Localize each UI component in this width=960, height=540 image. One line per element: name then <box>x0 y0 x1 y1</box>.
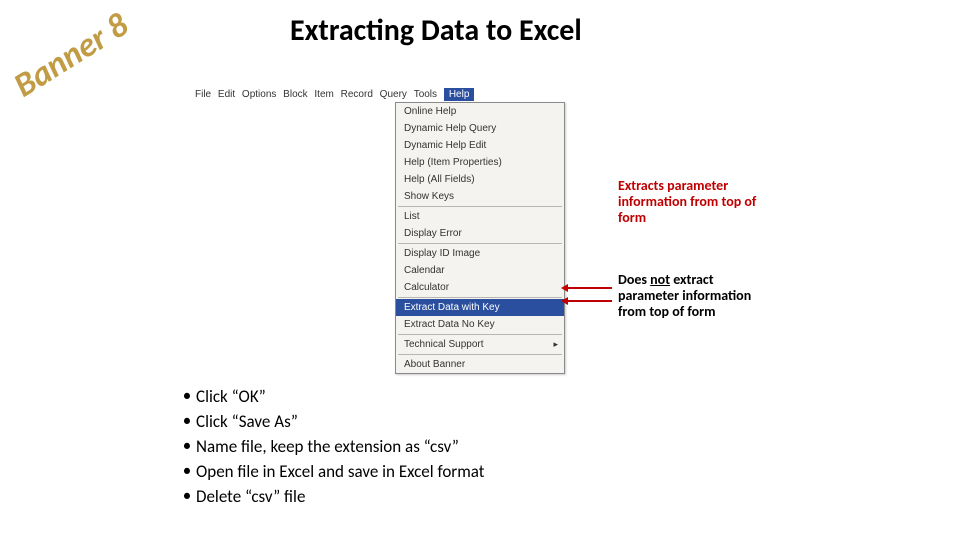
menu-bar: File Edit Options Block Item Record Quer… <box>195 88 465 101</box>
menu-divider <box>398 354 562 355</box>
menu-item-show-keys[interactable]: Show Keys <box>396 188 564 205</box>
menu-item-help-item-properties[interactable]: Help (Item Properties) <box>396 154 564 171</box>
menu-item-extract-data-with-key[interactable]: Extract Data with Key <box>396 299 564 316</box>
menu-item-online-help[interactable]: Online Help <box>396 103 564 120</box>
bullet-dot: • <box>178 411 196 431</box>
menu-edit[interactable]: Edit <box>218 89 235 100</box>
menu-item-extract-data-no-key[interactable]: Extract Data No Key <box>396 316 564 333</box>
bullet-dot: • <box>178 386 196 406</box>
menu-item-about-banner[interactable]: About Banner <box>396 356 564 373</box>
instruction-text: Open file in Excel and save in Excel for… <box>196 461 484 482</box>
menu-divider <box>398 334 562 335</box>
arrow-to-extract-with-key <box>567 287 612 289</box>
menu-record[interactable]: Record <box>341 89 373 100</box>
menu-file[interactable]: File <box>195 89 211 100</box>
menu-item-help-all-fields[interactable]: Help (All Fields) <box>396 171 564 188</box>
instruction-text: Click “OK” <box>196 386 266 407</box>
instruction-list: •Click “OK”•Click “Save As”•Name file, k… <box>178 386 484 511</box>
callout-does-not-extract: Does not extract parameter information f… <box>618 272 768 320</box>
bullet-dot: • <box>178 486 196 506</box>
menu-item-dynamic-help-query[interactable]: Dynamic Help Query <box>396 120 564 137</box>
menu-item-dynamic-help-edit[interactable]: Dynamic Help Edit <box>396 137 564 154</box>
menu-item-technical-support[interactable]: Technical Support <box>396 336 564 353</box>
menu-divider <box>398 297 562 298</box>
page-title: Extracting Data to Excel <box>290 12 582 49</box>
bullet-dot: • <box>178 436 196 456</box>
menu-item-list[interactable]: List <box>396 208 564 225</box>
callout-c2-pre: Does <box>618 271 650 288</box>
menu-divider <box>398 206 562 207</box>
instruction-text: Name file, keep the extension as “csv” <box>196 436 459 457</box>
callout-extracts: Extracts parameter information from top … <box>618 178 768 226</box>
menu-item-display-error[interactable]: Display Error <box>396 225 564 242</box>
menu-tools[interactable]: Tools <box>414 89 437 100</box>
menu-query[interactable]: Query <box>380 89 407 100</box>
instruction-item: •Name file, keep the extension as “csv” <box>178 436 484 457</box>
menu-item-calculator[interactable]: Calculator <box>396 279 564 296</box>
menu-divider <box>398 243 562 244</box>
arrow-to-extract-no-key <box>567 300 612 302</box>
menu-item-display-id-image[interactable]: Display ID Image <box>396 245 564 262</box>
app-stamp: Banner 8 <box>7 5 136 107</box>
callout-c2-not: not <box>650 271 670 288</box>
menu-help[interactable]: Help <box>444 88 475 101</box>
menu-block[interactable]: Block <box>283 89 307 100</box>
instruction-item: •Click “Save As” <box>178 411 484 432</box>
instruction-item: •Click “OK” <box>178 386 484 407</box>
help-dropdown: Online HelpDynamic Help QueryDynamic Hel… <box>395 102 565 374</box>
instruction-item: •Open file in Excel and save in Excel fo… <box>178 461 484 482</box>
menu-options[interactable]: Options <box>242 89 276 100</box>
instruction-item: •Delete “csv” file <box>178 486 484 507</box>
menu-item[interactable]: Item <box>314 89 333 100</box>
instruction-text: Click “Save As” <box>196 411 298 432</box>
menu-item-calendar[interactable]: Calendar <box>396 262 564 279</box>
instruction-text: Delete “csv” file <box>196 486 305 507</box>
bullet-dot: • <box>178 461 196 481</box>
